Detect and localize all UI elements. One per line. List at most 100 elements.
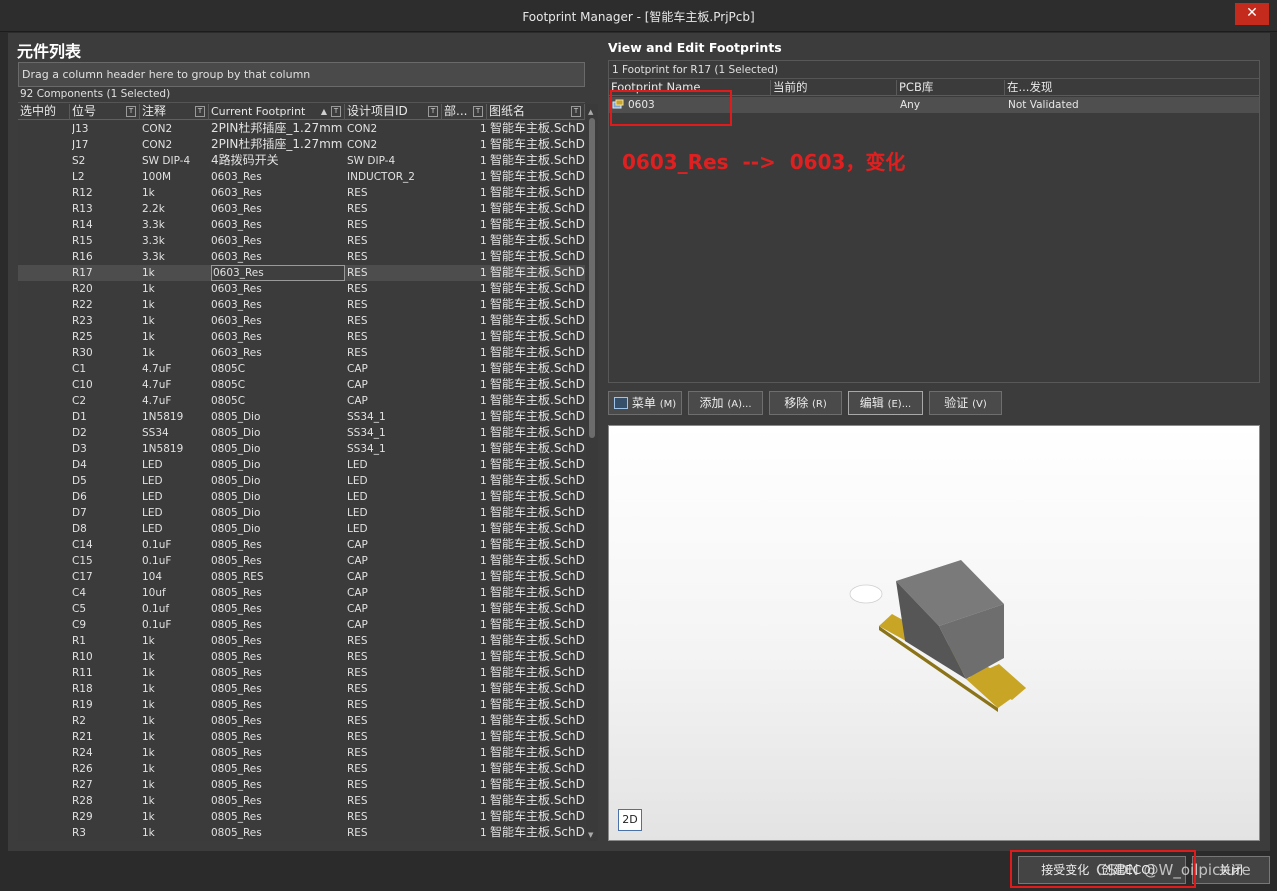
filter-icon[interactable]: T xyxy=(195,106,205,117)
design-id-cell: RES xyxy=(347,315,368,327)
table-row[interactable]: R29 1k 0805_Res RES 1 智能车主板.SchD xyxy=(18,809,585,825)
footprint-3d-viewer[interactable]: 2D xyxy=(608,425,1260,841)
table-row[interactable]: R17 1k 0603_Res RES 1 智能车主板.SchD xyxy=(18,265,585,281)
part-cell: 1 xyxy=(480,123,487,135)
column-header-selected[interactable]: 选中的 xyxy=(18,104,70,120)
design-id-cell: CAP xyxy=(347,619,368,631)
table-row[interactable]: C4 10uf 0805_Res CAP 1 智能车主板.SchD xyxy=(18,585,585,601)
group-by-bar[interactable]: Drag a column header here to group by th… xyxy=(18,62,585,87)
comment-cell: 1N5819 xyxy=(142,443,184,455)
column-header-sheet-name[interactable]: 图纸名 T xyxy=(487,104,585,120)
designator-cell: D2 xyxy=(72,427,87,439)
table-row[interactable]: D2 SS34 0805_Dio SS34_1 1 智能车主板.SchD xyxy=(18,425,585,441)
table-row[interactable]: R2 1k 0805_Res RES 1 智能车主板.SchD xyxy=(18,713,585,729)
footprint-cell: 0603_Res xyxy=(211,251,262,263)
designator-cell: R28 xyxy=(72,795,93,807)
table-row[interactable]: C10 4.7uF 0805C CAP 1 智能车主板.SchD xyxy=(18,377,585,393)
table-row[interactable]: C17 104 0805_RES CAP 1 智能车主板.SchD xyxy=(18,569,585,585)
view-2d-toggle[interactable]: 2D xyxy=(618,809,642,831)
column-header-found-in[interactable]: 在...发现 xyxy=(1005,80,1259,96)
designator-cell: R12 xyxy=(72,187,93,199)
table-row[interactable]: R23 1k 0603_Res RES 1 智能车主板.SchD xyxy=(18,313,585,329)
sheet-name-cell: 智能车主板.SchD xyxy=(490,714,585,727)
table-row[interactable]: R27 1k 0805_Res RES 1 智能车主板.SchD xyxy=(18,777,585,793)
sheet-name-cell: 智能车主板.SchD xyxy=(490,154,585,167)
table-row[interactable]: R1 1k 0805_Res RES 1 智能车主板.SchD xyxy=(18,633,585,649)
design-id-cell: CAP xyxy=(347,587,368,599)
table-row[interactable]: R16 3.3k 0603_Res RES 1 智能车主板.SchD xyxy=(18,249,585,265)
table-row[interactable]: L2 100M 0603_Res INDUCTOR_2 1 智能车主板.SchD xyxy=(18,169,585,185)
table-row[interactable]: D6 LED 0805_Dio LED 1 智能车主板.SchD xyxy=(18,489,585,505)
column-header-pcb-lib[interactable]: PCB库 xyxy=(897,80,1005,96)
table-row[interactable]: D4 LED 0805_Dio LED 1 智能车主板.SchD xyxy=(18,457,585,473)
table-row[interactable]: R24 1k 0805_Res RES 1 智能车主板.SchD xyxy=(18,745,585,761)
table-row[interactable]: R18 1k 0805_Res RES 1 智能车主板.SchD xyxy=(18,681,585,697)
add-button[interactable]: 添加 (A)... xyxy=(688,391,763,415)
table-row[interactable]: C14 0.1uF 0805_Res CAP 1 智能车主板.SchD xyxy=(18,537,585,553)
part-cell: 1 xyxy=(480,187,487,199)
designator-cell: R11 xyxy=(72,667,93,679)
table-row[interactable]: R22 1k 0603_Res RES 1 智能车主板.SchD xyxy=(18,297,585,313)
table-row[interactable]: R21 1k 0805_Res RES 1 智能车主板.SchD xyxy=(18,729,585,745)
table-row[interactable]: R14 3.3k 0603_Res RES 1 智能车主板.SchD xyxy=(18,217,585,233)
table-row[interactable]: C5 0.1uf 0805_Res CAP 1 智能车主板.SchD xyxy=(18,601,585,617)
table-row[interactable]: R3 1k 0805_Res RES 1 智能车主板.SchD xyxy=(18,825,585,841)
table-row[interactable]: R12 1k 0603_Res RES 1 智能车主板.SchD xyxy=(18,185,585,201)
sheet-name-cell: 智能车主板.SchD xyxy=(490,234,585,247)
menu-button[interactable]: 菜单 (M) xyxy=(608,391,682,415)
table-row[interactable]: R28 1k 0805_Res RES 1 智能车主板.SchD xyxy=(18,793,585,809)
column-header-current[interactable]: 当前的 xyxy=(771,80,897,96)
table-row[interactable]: R26 1k 0805_Res RES 1 智能车主板.SchD xyxy=(18,761,585,777)
table-row[interactable]: R19 1k 0805_Res RES 1 智能车主板.SchD xyxy=(18,697,585,713)
column-header-part[interactable]: 部... T xyxy=(442,104,487,120)
footprint-cell: 0805_Res xyxy=(211,795,262,807)
table-row[interactable]: D8 LED 0805_Dio LED 1 智能车主板.SchD xyxy=(18,521,585,537)
footprint-cell: 0805_Res xyxy=(211,779,262,791)
filter-icon[interactable]: T xyxy=(428,106,438,117)
table-row[interactable]: C1 4.7uF 0805C CAP 1 智能车主板.SchD xyxy=(18,361,585,377)
scroll-down-icon[interactable]: ▼ xyxy=(588,831,593,839)
table-row[interactable]: R30 1k 0603_Res RES 1 智能车主板.SchD xyxy=(18,345,585,361)
table-row[interactable]: C9 0.1uF 0805_Res CAP 1 智能车主板.SchD xyxy=(18,617,585,633)
table-row[interactable]: J13 CON2 2PIN杜邦插座_1.27mm CON2 1 智能车主板.SchD xyxy=(18,121,585,137)
column-header-comment[interactable]: 注释 T xyxy=(140,104,209,120)
comment-cell: CON2 xyxy=(142,139,173,151)
table-row[interactable]: D5 LED 0805_Dio LED 1 智能车主板.SchD xyxy=(18,473,585,489)
filter-icon[interactable]: T xyxy=(331,106,341,117)
column-header-design-item-id[interactable]: 设计项目ID T xyxy=(345,104,442,120)
filter-icon[interactable]: T xyxy=(126,106,136,117)
remove-button[interactable]: 移除 (R) xyxy=(769,391,842,415)
table-row[interactable]: R11 1k 0805_Res RES 1 智能车主板.SchD xyxy=(18,665,585,681)
close-icon[interactable]: ✕ xyxy=(1235,3,1269,25)
table-row[interactable]: J17 CON2 2PIN杜邦插座_1.27mm CON2 1 智能车主板.SchD xyxy=(18,137,585,153)
part-cell: 1 xyxy=(480,395,487,407)
comment-cell: 1k xyxy=(142,779,155,791)
table-row[interactable]: R25 1k 0603_Res RES 1 智能车主板.SchD xyxy=(18,329,585,345)
table-row[interactable]: S2 SW DIP-4 4路拨码开关 SW DIP-4 1 智能车主板.SchD xyxy=(18,153,585,169)
scroll-up-icon[interactable]: ▲ xyxy=(588,108,593,116)
table-row[interactable]: C2 4.7uF 0805C CAP 1 智能车主板.SchD xyxy=(18,393,585,409)
part-cell: 1 xyxy=(480,427,487,439)
footprint-cell: 0805_Res xyxy=(211,699,262,711)
table-row[interactable]: D3 1N5819 0805_Dio SS34_1 1 智能车主板.SchD xyxy=(18,441,585,457)
scrollbar-thumb[interactable] xyxy=(589,118,595,438)
edit-button[interactable]: 编辑 (E)... xyxy=(848,391,923,415)
footprint-cell: 0603_Res xyxy=(211,299,262,311)
table-row[interactable]: R13 2.2k 0603_Res RES 1 智能车主板.SchD xyxy=(18,201,585,217)
table-row[interactable]: R20 1k 0603_Res RES 1 智能车主板.SchD xyxy=(18,281,585,297)
table-row[interactable]: D7 LED 0805_Dio LED 1 智能车主板.SchD xyxy=(18,505,585,521)
comment-cell: 1k xyxy=(142,267,155,279)
component-list-scrollbar[interactable]: ▲ ▼ xyxy=(586,104,598,841)
filter-icon[interactable]: T xyxy=(473,106,483,117)
table-row[interactable]: C15 0.1uF 0805_Res CAP 1 智能车主板.SchD xyxy=(18,553,585,569)
sheet-name-cell: 智能车主板.SchD xyxy=(490,298,585,311)
table-row[interactable]: D1 1N5819 0805_Dio SS34_1 1 智能车主板.SchD xyxy=(18,409,585,425)
table-row[interactable]: R10 1k 0805_Res RES 1 智能车主板.SchD xyxy=(18,649,585,665)
design-id-cell: RES xyxy=(347,299,368,311)
column-header-designator[interactable]: 位号 T xyxy=(70,104,140,120)
column-header-current-footprint[interactable]: Current Footprint ▲ T xyxy=(209,104,345,120)
sheet-name-cell: 智能车主板.SchD xyxy=(490,618,585,631)
table-row[interactable]: R15 3.3k 0603_Res RES 1 智能车主板.SchD xyxy=(18,233,585,249)
filter-icon[interactable]: T xyxy=(571,106,581,117)
validate-button[interactable]: 验证 (V) xyxy=(929,391,1002,415)
